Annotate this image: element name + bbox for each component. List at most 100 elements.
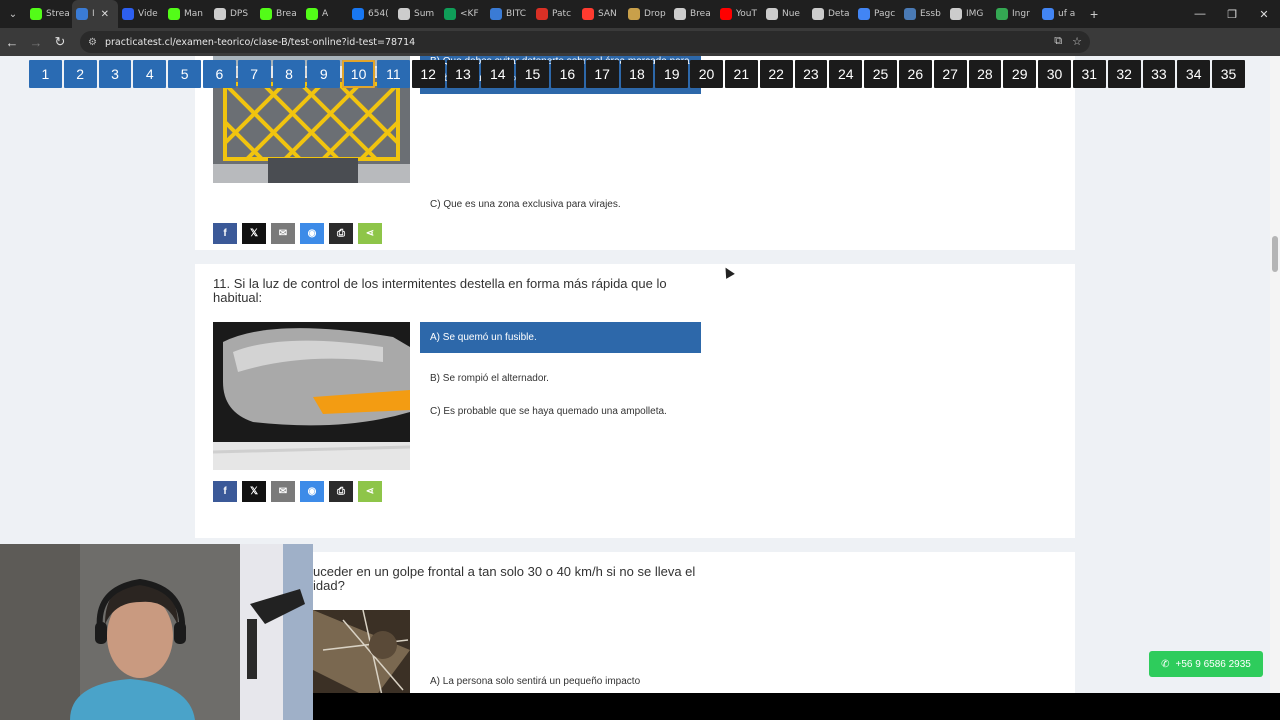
- reload-icon[interactable]: ↻: [48, 28, 72, 56]
- question-nav-button[interactable]: 29: [1003, 60, 1037, 88]
- facebook-icon[interactable]: f: [213, 481, 237, 502]
- print-icon[interactable]: ⎙: [329, 223, 353, 244]
- browser-tab[interactable]: SAN: [578, 0, 624, 28]
- question-nav-button[interactable]: 14: [481, 60, 515, 88]
- address-toolbar: ← → ↻ ⚙ practicatest.cl/examen-teorico/c…: [0, 28, 1280, 77]
- video-letterbox-bar: [313, 693, 1280, 720]
- forward-icon[interactable]: →: [24, 28, 48, 56]
- tab-label: Sum: [414, 9, 435, 19]
- question-nav-button[interactable]: 8: [272, 60, 306, 88]
- browser-tab[interactable]: uf a: [1038, 0, 1084, 28]
- browser-tab[interactable]: Drop: [624, 0, 670, 28]
- question-nav-button[interactable]: 23: [794, 60, 828, 88]
- question-nav-button[interactable]: 25: [864, 60, 897, 88]
- browser-tab[interactable]: BITC: [486, 0, 532, 28]
- question-nav-button[interactable]: 7: [237, 60, 271, 88]
- browser-tab[interactable]: A: [302, 0, 348, 28]
- page-scrollbar[interactable]: [1270, 56, 1280, 720]
- messenger-icon[interactable]: ◉: [300, 481, 324, 502]
- question-nav-button[interactable]: 9: [307, 60, 341, 88]
- close-tab-icon[interactable]: ✕: [101, 9, 109, 20]
- question-nav-button[interactable]: 28: [968, 60, 1002, 88]
- browser-tab[interactable]: IMG: [946, 0, 992, 28]
- url-bar[interactable]: ⚙ practicatest.cl/examen-teorico/clase-B…: [80, 31, 1090, 53]
- tab-search-icon[interactable]: ⌄: [0, 0, 26, 28]
- back-icon[interactable]: ←: [0, 28, 24, 56]
- question-nav-button[interactable]: 21: [724, 60, 758, 88]
- question-nav-button[interactable]: 30: [1038, 60, 1071, 88]
- question-nav-button[interactable]: 27: [933, 60, 967, 88]
- email-icon[interactable]: ✉: [271, 223, 295, 244]
- browser-tab[interactable]: YouT: [716, 0, 762, 28]
- question-nav-button[interactable]: 33: [1142, 60, 1176, 88]
- browser-tab[interactable]: Strea: [26, 0, 72, 28]
- tab-favicon-icon: [628, 8, 640, 20]
- browser-tab[interactable]: Brea: [256, 0, 302, 28]
- minimize-icon[interactable]: —: [1184, 0, 1216, 28]
- messenger-icon[interactable]: ◉: [300, 223, 324, 244]
- question-nav-button[interactable]: 2: [63, 60, 97, 88]
- browser-tab[interactable]: Ingr: [992, 0, 1038, 28]
- answer-option[interactable]: B) Se rompió el alternador.: [420, 370, 701, 387]
- tab-favicon-icon: [76, 8, 88, 20]
- browser-tab[interactable]: Nue: [762, 0, 808, 28]
- tab-label: YouT: [736, 9, 758, 19]
- question-nav-button[interactable]: 5: [168, 60, 201, 88]
- whatsapp-button[interactable]: ✆ +56 9 6586 2935: [1149, 651, 1263, 677]
- share-icon[interactable]: ⋖: [358, 481, 382, 502]
- browser-tab[interactable]: Deta: [808, 0, 854, 28]
- browser-tab[interactable]: Brea: [670, 0, 716, 28]
- question-nav-button[interactable]: 6: [202, 60, 236, 88]
- question-nav-button[interactable]: 12: [411, 60, 445, 88]
- browser-tab[interactable]: <KF: [440, 0, 486, 28]
- browser-tab[interactable]: DPS: [210, 0, 256, 28]
- maximize-icon[interactable]: ❐: [1216, 0, 1248, 28]
- x-icon[interactable]: 𝕏: [242, 223, 266, 244]
- question-nav-button[interactable]: 1: [29, 60, 62, 88]
- question-nav-button[interactable]: 19: [655, 60, 689, 88]
- x-icon[interactable]: 𝕏: [242, 481, 266, 502]
- bookmark-star-icon[interactable]: ☆: [1072, 35, 1082, 48]
- browser-tab[interactable]: Sum: [394, 0, 440, 28]
- question-nav-button[interactable]: 24: [829, 60, 863, 88]
- answer-option[interactable]: C) Que es una zona exclusiva para viraje…: [420, 196, 701, 213]
- question-nav-button[interactable]: 20: [690, 60, 723, 88]
- browser-tab[interactable]: 654(: [348, 0, 394, 28]
- browser-tab[interactable]: Pagc: [854, 0, 900, 28]
- question-nav-button[interactable]: 35: [1212, 60, 1245, 88]
- question-nav-button[interactable]: 4: [133, 60, 167, 88]
- tab-label: Brea: [690, 9, 711, 19]
- answer-option[interactable]: C) Es probable que se haya quemado una a…: [420, 403, 701, 420]
- question-nav-button[interactable]: 18: [620, 60, 654, 88]
- question-nav-button[interactable]: 22: [759, 60, 793, 88]
- close-window-icon[interactable]: ✕: [1248, 0, 1280, 28]
- site-info-icon[interactable]: ⚙: [88, 37, 97, 48]
- question-nav-button[interactable]: 13: [446, 60, 480, 88]
- facebook-icon[interactable]: f: [213, 223, 237, 244]
- question-nav-button[interactable]: 17: [585, 60, 619, 88]
- browser-tab[interactable]: I ✕: [72, 0, 118, 28]
- answer-option-selected[interactable]: A) Se quemó un fusible.: [420, 322, 701, 353]
- email-icon[interactable]: ✉: [271, 481, 295, 502]
- question-nav-button[interactable]: 3: [98, 60, 132, 88]
- browser-tab[interactable]: Vide: [118, 0, 164, 28]
- tab-label: SAN: [598, 9, 617, 19]
- browser-tab[interactable]: Man: [164, 0, 210, 28]
- question-nav-button[interactable]: 31: [1072, 60, 1106, 88]
- scrollbar-thumb[interactable]: [1272, 236, 1278, 272]
- question-nav-button[interactable]: 26: [898, 60, 932, 88]
- answer-option[interactable]: A) La persona solo sentirá un pequeño im…: [420, 673, 701, 690]
- print-icon[interactable]: ⎙: [329, 481, 353, 502]
- window-controls: — ❐ ✕: [1184, 0, 1280, 28]
- question-nav-button[interactable]: 32: [1107, 60, 1141, 88]
- share-icon[interactable]: ⋖: [358, 223, 382, 244]
- browser-tab[interactable]: Patc: [532, 0, 578, 28]
- question-nav-button[interactable]: 15: [516, 60, 549, 88]
- question-nav-button[interactable]: 16: [550, 60, 584, 88]
- install-icon[interactable]: ⧉: [1054, 35, 1062, 48]
- browser-tab[interactable]: Essb: [900, 0, 946, 28]
- question-nav-button[interactable]: 34: [1177, 60, 1211, 88]
- new-tab-icon[interactable]: +: [1090, 6, 1098, 22]
- question-nav-button[interactable]: 11: [376, 60, 410, 88]
- question-nav-button[interactable]: 10: [342, 60, 375, 88]
